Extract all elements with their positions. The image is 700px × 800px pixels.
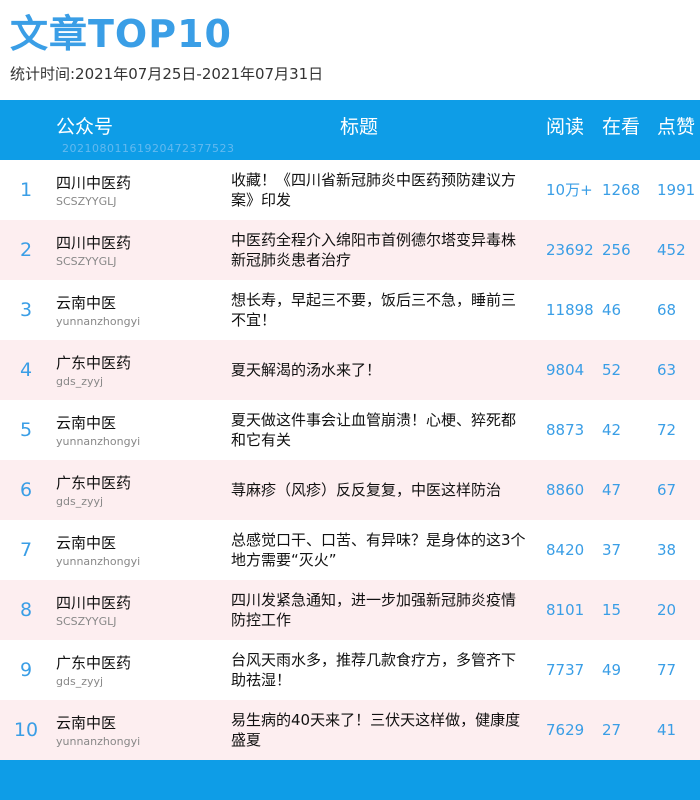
like-count: 68: [657, 301, 677, 319]
table-row: 9 广东中医药 gds_zyyj 台风天雨水多，推荐几款食疗方，多管齐下助祛湿！…: [0, 640, 700, 700]
article-title[interactable]: 四川发紧急通知，进一步加强新冠肺炎疫情防控工作: [231, 590, 527, 630]
rank: 5: [19, 419, 33, 441]
footer-bar: [0, 760, 700, 800]
table-row: 10 云南中医 yunnanzhongyi 易生病的40天来了！三伏天这样做，健…: [0, 700, 700, 760]
view-count: 49: [602, 661, 622, 679]
article-title[interactable]: 荨麻疹（风疹）反反复复，中医这样防治: [231, 480, 527, 500]
view-count: 27: [602, 721, 622, 739]
account-handle: yunnanzhongyi: [56, 735, 141, 748]
like-count: 72: [657, 421, 677, 439]
report-id: 20210801161920472377523: [62, 142, 235, 155]
like-count: 63: [657, 361, 677, 379]
rank: 10: [13, 719, 39, 741]
read-count: 10万+: [546, 181, 593, 199]
article-title[interactable]: 想长寿，早起三不要，饭后三不急，睡前三不宜！: [231, 290, 527, 330]
view-count: 42: [602, 421, 622, 439]
account-handle: SCSZYYGLJ: [56, 615, 117, 628]
article-title[interactable]: 易生病的40天来了！三伏天这样做，健康度盛夏: [231, 710, 527, 750]
like-count: 20: [657, 601, 677, 619]
table-row: 5 云南中医 yunnanzhongyi 夏天做这件事会让血管崩溃！心梗、猝死都…: [0, 400, 700, 460]
article-title[interactable]: 总感觉口干、口苦、有异味？是身体的这3个地方需要“灭火”: [231, 530, 527, 570]
account-name: 云南中医: [56, 414, 117, 432]
rank: 1: [19, 179, 33, 201]
read-count: 7629: [546, 721, 585, 739]
like-count: 67: [657, 481, 677, 499]
account-handle: yunnanzhongyi: [56, 435, 141, 448]
table-row: 7 云南中医 yunnanzhongyi 总感觉口干、口苦、有异味？是身体的这3…: [0, 520, 700, 580]
page-title: 文章TOP10: [10, 12, 232, 56]
account-handle: yunnanzhongyi: [56, 555, 141, 568]
rank: 6: [19, 479, 33, 501]
table-row: 3 云南中医 yunnanzhongyi 想长寿，早起三不要，饭后三不急，睡前三…: [0, 280, 700, 340]
account-name: 云南中医: [56, 294, 117, 312]
table-header: 公众号 标题 阅读 在看 点赞 20210801161920472377523: [0, 100, 700, 160]
view-count: 15: [602, 601, 622, 619]
view-count: 1268: [602, 181, 641, 199]
rank: 2: [19, 239, 33, 261]
column-header-reads: 阅读: [546, 116, 585, 138]
account-name: 广东中医药: [56, 474, 132, 492]
account-handle: gds_zyyj: [56, 495, 104, 508]
read-count: 8420: [546, 541, 585, 559]
column-header-title: 标题: [340, 116, 379, 138]
account-handle: yunnanzhongyi: [56, 315, 141, 328]
table-row: 8 四川中医药 SCSZYYGLJ 四川发紧急通知，进一步加强新冠肺炎疫情防控工…: [0, 580, 700, 640]
article-title[interactable]: 夏天做这件事会让血管崩溃！心梗、猝死都和它有关: [231, 410, 527, 450]
article-title[interactable]: 夏天解渴的汤水来了！: [231, 360, 527, 380]
view-count: 47: [602, 481, 622, 499]
read-count: 7737: [546, 661, 585, 679]
view-count: 46: [602, 301, 622, 319]
read-count: 23692: [546, 241, 594, 259]
like-count: 41: [657, 721, 677, 739]
account-name: 四川中医药: [56, 174, 132, 192]
account-handle: gds_zyyj: [56, 675, 104, 688]
rank: 4: [19, 359, 33, 381]
rank: 7: [19, 539, 33, 561]
article-title[interactable]: 收藏！《四川省新冠肺炎中医药预防建议方案》印发: [231, 170, 527, 210]
like-count: 38: [657, 541, 677, 559]
view-count: 37: [602, 541, 622, 559]
like-count: 77: [657, 661, 677, 679]
view-count: 52: [602, 361, 622, 379]
account-handle: gds_zyyj: [56, 375, 104, 388]
stats-period: 统计时间:2021年07月25日-2021年07月31日: [10, 65, 324, 83]
article-table: 1 四川中医药 SCSZYYGLJ 收藏！《四川省新冠肺炎中医药预防建议方案》印…: [0, 160, 700, 760]
account-name: 四川中医药: [56, 594, 132, 612]
read-count: 8101: [546, 601, 585, 619]
like-count: 452: [657, 241, 686, 259]
article-title[interactable]: 中医药全程介入绵阳市首例德尔塔变异毒株新冠肺炎患者治疗: [231, 230, 527, 270]
column-header-likes: 点赞: [657, 116, 696, 138]
read-count: 8860: [546, 481, 585, 499]
view-count: 256: [602, 241, 631, 259]
rank: 8: [19, 599, 33, 621]
table-row: 4 广东中医药 gds_zyyj 夏天解渴的汤水来了！ 9804 52 63: [0, 340, 700, 400]
account-handle: SCSZYYGLJ: [56, 255, 117, 268]
account-name: 云南中医: [56, 534, 117, 552]
like-count: 1991: [657, 181, 696, 199]
column-header-views: 在看: [602, 116, 641, 138]
account-handle: SCSZYYGLJ: [56, 195, 117, 208]
account-name: 广东中医药: [56, 654, 132, 672]
rank: 3: [19, 299, 33, 321]
column-header-account: 公众号: [56, 116, 114, 138]
article-title[interactable]: 台风天雨水多，推荐几款食疗方，多管齐下助祛湿！: [231, 650, 527, 690]
account-name: 云南中医: [56, 714, 117, 732]
account-name: 四川中医药: [56, 234, 132, 252]
read-count: 8873: [546, 421, 585, 439]
table-row: 6 广东中医药 gds_zyyj 荨麻疹（风疹）反反复复，中医这样防治 8860…: [0, 460, 700, 520]
table-row: 2 四川中医药 SCSZYYGLJ 中医药全程介入绵阳市首例德尔塔变异毒株新冠肺…: [0, 220, 700, 280]
table-row: 1 四川中医药 SCSZYYGLJ 收藏！《四川省新冠肺炎中医药预防建议方案》印…: [0, 160, 700, 220]
read-count: 11898: [546, 301, 594, 319]
account-name: 广东中医药: [56, 354, 132, 372]
rank: 9: [19, 659, 33, 681]
read-count: 9804: [546, 361, 585, 379]
